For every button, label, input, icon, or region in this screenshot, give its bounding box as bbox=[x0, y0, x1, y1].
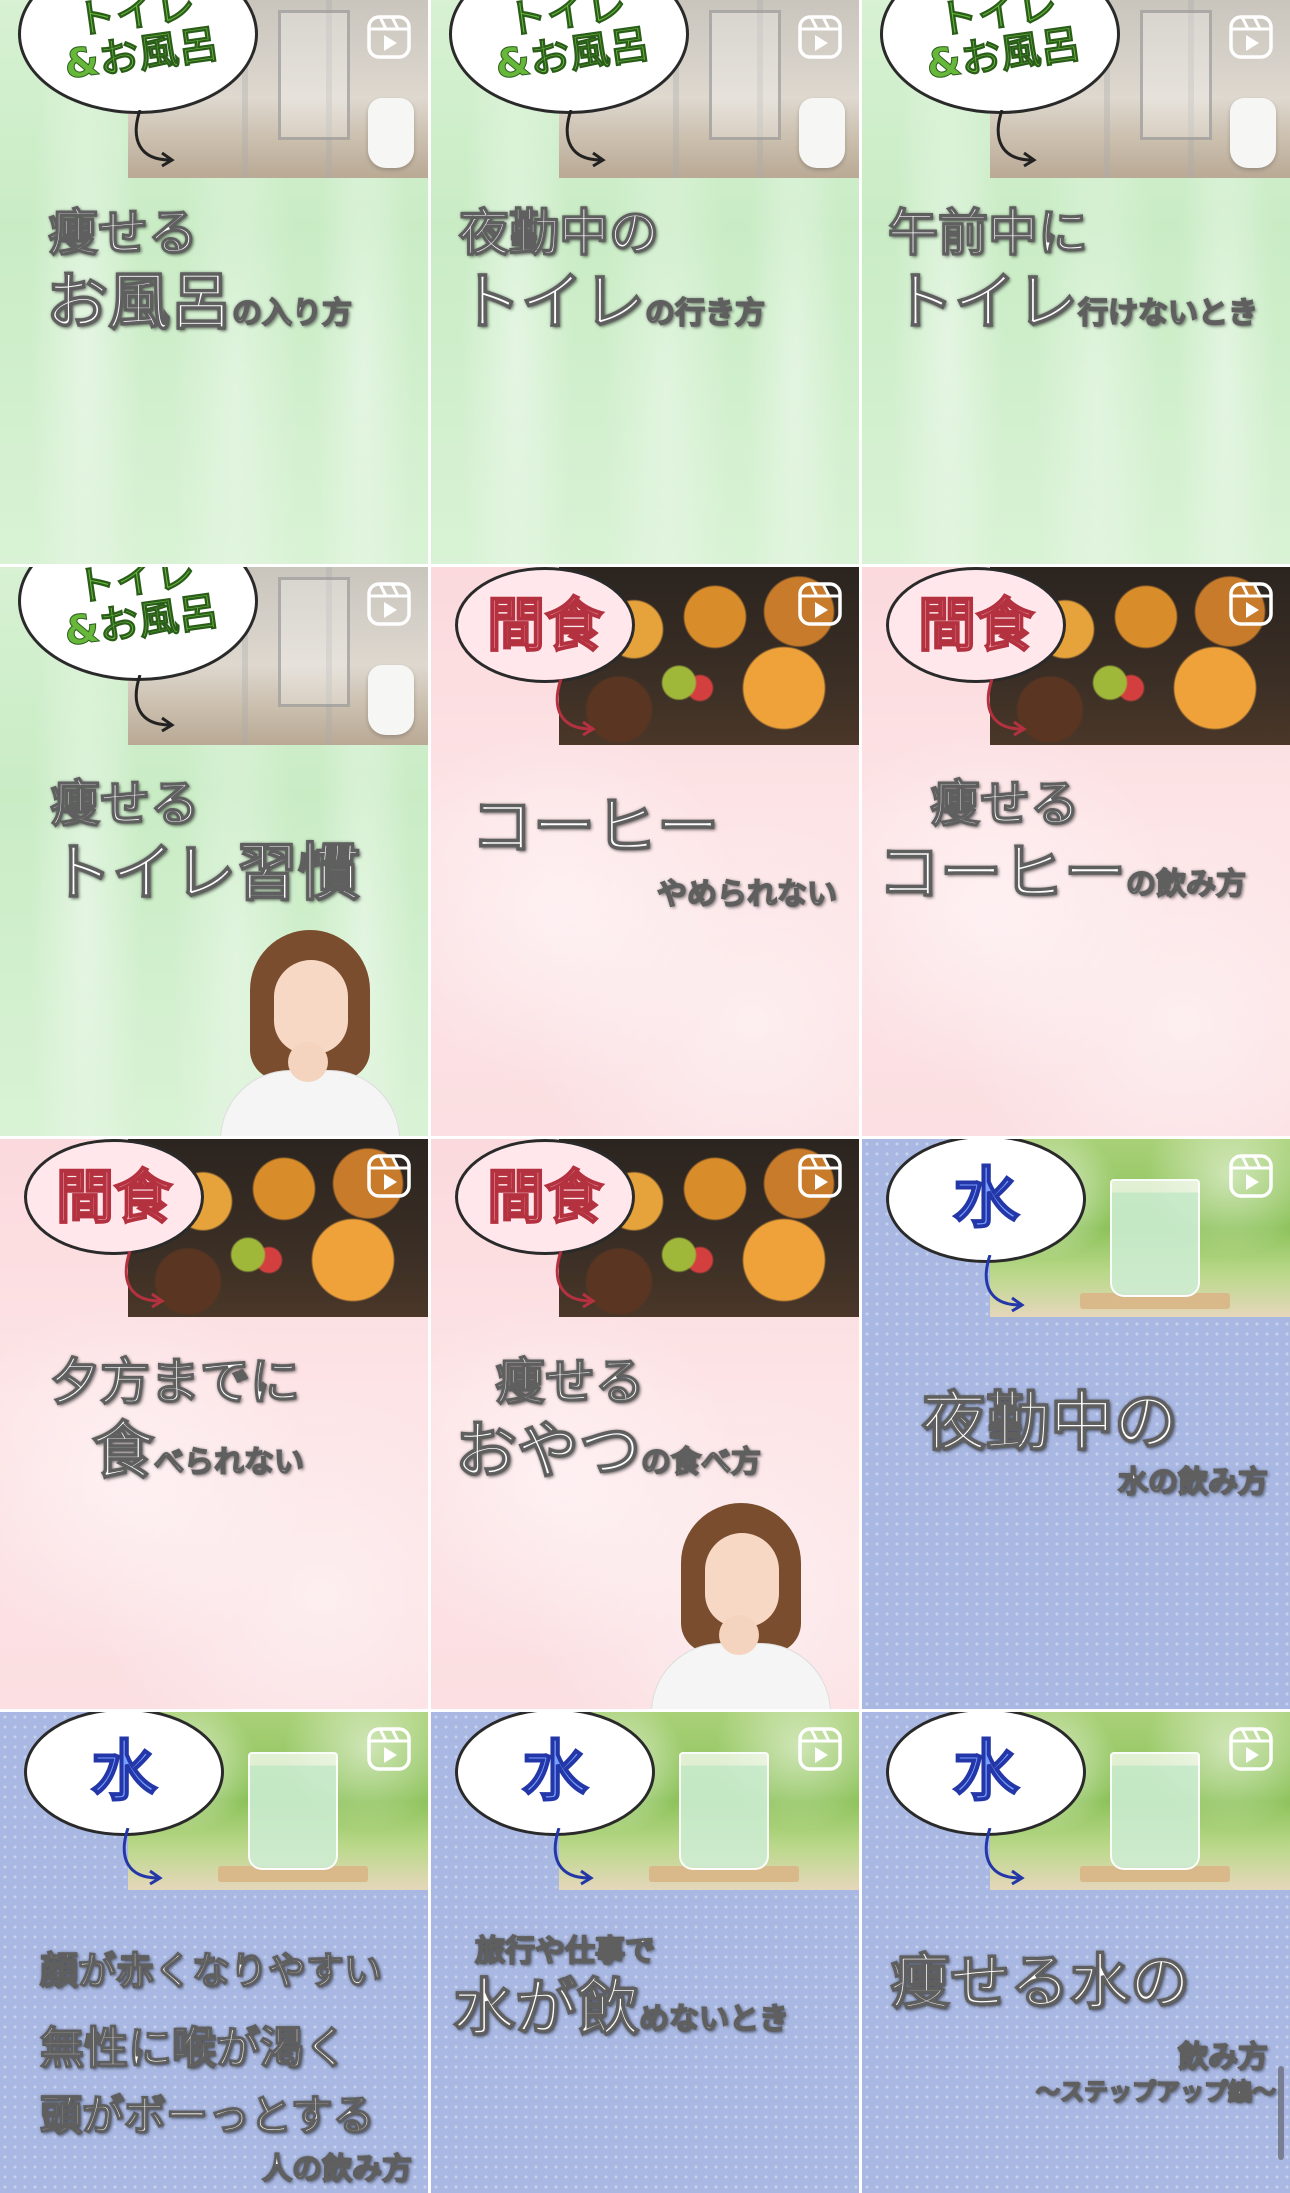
title-line-2: トイレ行けないとき bbox=[891, 265, 1259, 338]
reel-thumbnail[interactable]: トイレ &お風呂 午前中に トイレ行けないとき bbox=[862, 0, 1290, 564]
reels-icon bbox=[366, 1726, 412, 1772]
category-label: 水 bbox=[521, 1733, 589, 1811]
reels-icon bbox=[366, 1153, 412, 1199]
reels-icon bbox=[1228, 1726, 1274, 1772]
title-line-1: 旅行や仕事で bbox=[474, 1933, 656, 1970]
category-label: 間食 bbox=[486, 590, 604, 659]
reel-thumbnail[interactable]: 間食 痩せる コーヒーの飲み方 bbox=[862, 567, 1290, 1136]
title-line-1: コーヒー bbox=[470, 790, 720, 863]
title-line-2: 食べられない bbox=[91, 1414, 305, 1487]
reels-icon bbox=[1228, 14, 1274, 60]
title-line-4: 人の飲み方 bbox=[261, 2151, 413, 2188]
reels-icon bbox=[797, 14, 843, 60]
arrow-icon bbox=[551, 679, 601, 739]
reels-icon bbox=[1228, 581, 1274, 627]
reel-thumbnail[interactable]: 水 夜勤中の 水の飲み方 bbox=[862, 1139, 1290, 1709]
reel-thumbnail[interactable]: トイレ &お風呂 夜勤中の トイレの行き方 bbox=[431, 0, 859, 564]
title-line-1: 夕方までに bbox=[49, 1353, 301, 1411]
category-bubble: 水 bbox=[24, 1712, 224, 1836]
arrow-icon bbox=[120, 1251, 170, 1311]
category-label: トイレ &お風呂 bbox=[61, 567, 222, 656]
title-line-1: 痩せる bbox=[929, 775, 1081, 833]
arrow-icon bbox=[130, 110, 180, 170]
category-bubble: 水 bbox=[886, 1712, 1086, 1836]
title-line-3: 頭がボーっとする bbox=[39, 2090, 375, 2141]
category-label: 間食 bbox=[55, 1162, 173, 1231]
title-line-2: 飲み方 bbox=[1177, 2039, 1269, 2076]
title-line-2: やめられない bbox=[656, 876, 838, 913]
category-bubble: 水 bbox=[886, 1139, 1086, 1263]
arrow-icon bbox=[561, 110, 611, 170]
arrow-icon bbox=[130, 675, 180, 735]
title-line-1: 痩せる bbox=[49, 775, 201, 833]
arrow-icon bbox=[992, 110, 1042, 170]
title-line-2: お風呂の入り方 bbox=[45, 265, 353, 338]
title-line-2: コーヒーの飲み方 bbox=[877, 836, 1247, 909]
category-bubble: 間食 bbox=[455, 567, 635, 683]
presenter-photo bbox=[641, 1493, 841, 1709]
reel-thumbnail[interactable]: トイレ &お風呂 痩せる お風呂の入り方 bbox=[0, 0, 428, 564]
title-line-2: トイレ習慣 bbox=[49, 836, 361, 909]
category-label: 間食 bbox=[486, 1162, 604, 1231]
title-line-1: 痩せる bbox=[494, 1353, 646, 1411]
arrow-icon bbox=[980, 1255, 1030, 1315]
category-label: 水 bbox=[90, 1733, 158, 1811]
title-line-2: 無性に喉が渇く bbox=[39, 2022, 349, 2075]
reels-icon bbox=[366, 14, 412, 60]
title-line-1: 痩せる水の bbox=[889, 1948, 1191, 2018]
title-line-3: 〜ステップアップ編〜 bbox=[1035, 2077, 1277, 2107]
category-label: トイレ &お風呂 bbox=[923, 0, 1084, 89]
arrow-icon bbox=[982, 679, 1032, 739]
category-label: 水 bbox=[952, 1733, 1020, 1811]
reel-thumbnail[interactable]: 水 顔が赤くなりやすい 無性に喉が渇く 頭がボーっとする 人の飲み方 bbox=[0, 1712, 428, 2193]
arrow-icon bbox=[118, 1828, 168, 1888]
reels-icon bbox=[797, 1153, 843, 1199]
category-bubble: 間食 bbox=[455, 1139, 635, 1255]
scrollbar[interactable] bbox=[1278, 2066, 1284, 2160]
reel-thumbnail[interactable]: 水 痩せる水の 飲み方 〜ステップアップ編〜 bbox=[862, 1712, 1290, 2193]
title-line-1: 顔が赤くなりやすい bbox=[39, 1948, 383, 1994]
arrow-icon bbox=[549, 1828, 599, 1888]
arrow-icon bbox=[980, 1828, 1030, 1888]
reel-thumbnail[interactable]: 間食 痩せる おやつの食べ方 bbox=[431, 1139, 859, 1709]
title-line-2: 水が飲めないとき bbox=[452, 1971, 790, 2044]
category-bubble: 間食 bbox=[886, 567, 1066, 683]
category-bubble: 間食 bbox=[24, 1139, 204, 1255]
category-label: トイレ &お風呂 bbox=[61, 0, 222, 89]
reel-thumbnail[interactable]: トイレ &お風呂 痩せる トイレ習慣 bbox=[0, 567, 428, 1136]
category-label: 間食 bbox=[917, 590, 1035, 659]
title-line-1: 夜勤中の bbox=[458, 204, 660, 262]
category-label: トイレ &お風呂 bbox=[492, 0, 653, 89]
arrow-icon bbox=[551, 1251, 601, 1311]
reels-grid: トイレ &お風呂 痩せる お風呂の入り方 トイレ &お風呂 夜勤中の トイレの行… bbox=[0, 0, 1290, 2193]
title-line-2: おやつの食べ方 bbox=[454, 1414, 762, 1487]
title-line-1: 夜勤中の bbox=[921, 1385, 1179, 1461]
reel-thumbnail[interactable]: 間食 夕方までに 食べられない bbox=[0, 1139, 428, 1709]
reel-thumbnail[interactable]: 間食 コーヒー やめられない bbox=[431, 567, 859, 1136]
reels-icon bbox=[366, 581, 412, 627]
reels-icon bbox=[797, 581, 843, 627]
category-bubble: 水 bbox=[455, 1712, 655, 1836]
title-line-2: 水の飲み方 bbox=[1117, 1464, 1269, 1501]
title-line-1: 痩せる bbox=[47, 204, 199, 262]
category-label: 水 bbox=[952, 1160, 1020, 1238]
presenter-photo bbox=[210, 920, 410, 1136]
title-line-2: トイレの行き方 bbox=[458, 265, 766, 338]
reels-icon bbox=[797, 1726, 843, 1772]
title-line-1: 午前中に bbox=[887, 204, 1089, 262]
reel-thumbnail[interactable]: 水 旅行や仕事で 水が飲めないとき bbox=[431, 1712, 859, 2193]
reels-icon bbox=[1228, 1153, 1274, 1199]
